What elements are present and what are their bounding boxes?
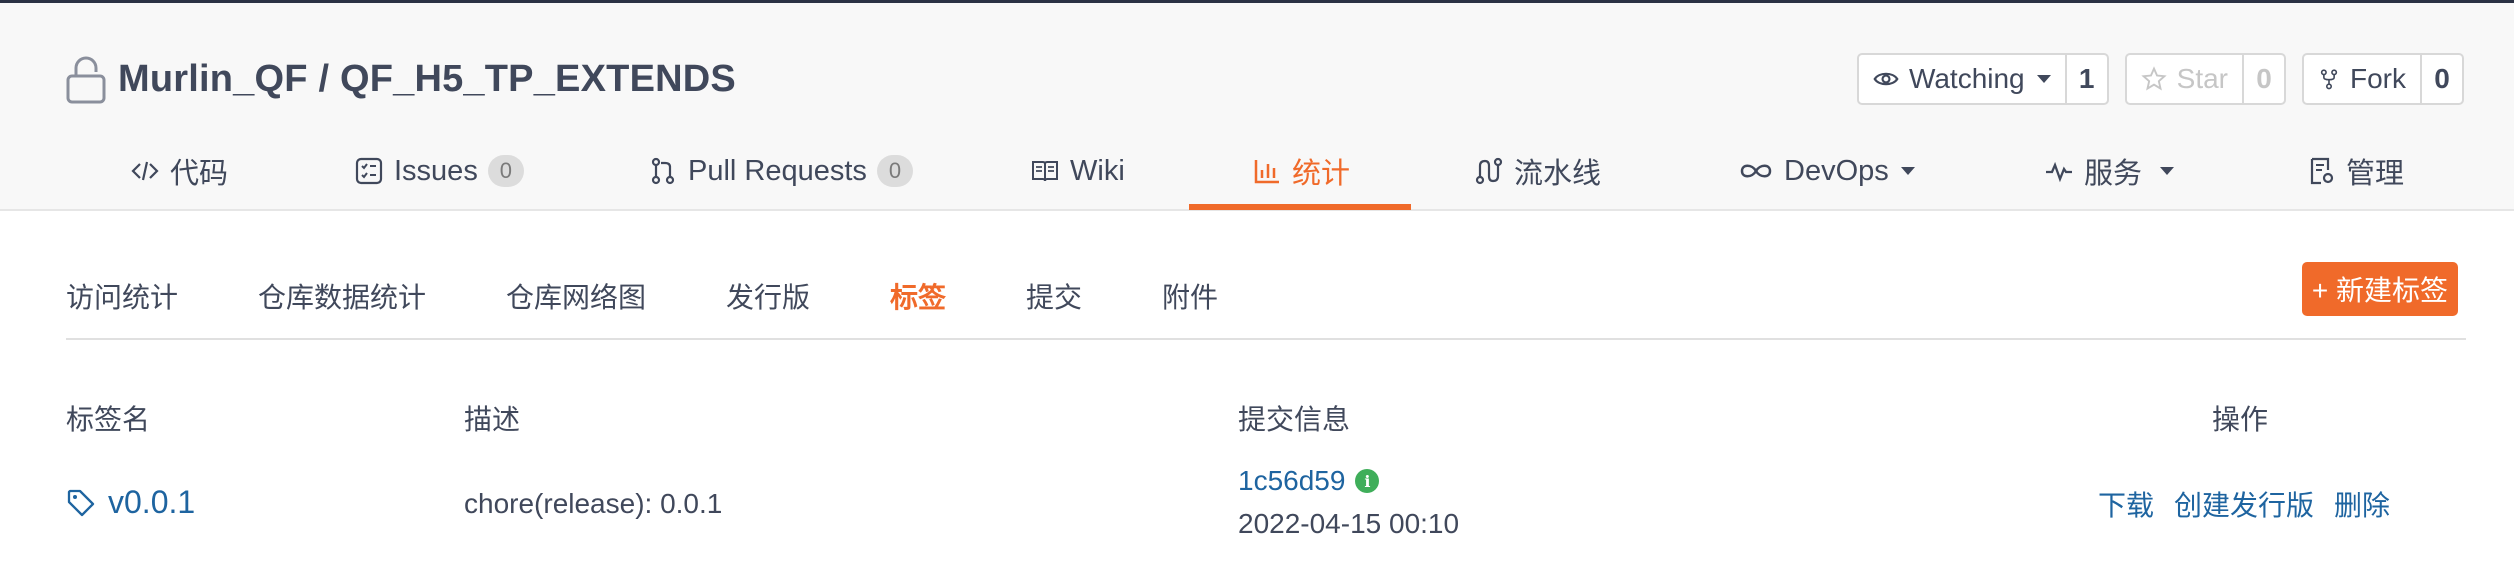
active-tab-indicator: [1189, 204, 1411, 210]
commit-info: 1c56d59 i: [1238, 465, 1380, 497]
fork-button[interactable]: Fork: [2304, 55, 2420, 103]
tag-description: chore(release): 0.0.1: [464, 488, 723, 519]
row-actions: 下载 创建发行版 删除: [2098, 484, 2390, 524]
subnav-repo-data[interactable]: 仓库数据统计: [258, 276, 426, 316]
tab-devops-label: DevOps: [1784, 154, 1889, 187]
watch-label: Watching: [1908, 63, 2025, 94]
tab-wiki-label: Wiki: [1070, 154, 1125, 187]
fork-icon: [2320, 69, 2338, 90]
repo-title: Murlin_QF / QF_H5_TP_EXTENDS: [64, 47, 736, 111]
verified-info-icon[interactable]: i: [1355, 469, 1380, 493]
header-tag-name: 标签名: [66, 404, 151, 435]
create-release-link[interactable]: 创建发行版: [2174, 484, 2314, 524]
repo-actions: Watching 1 Star 0 Fork 0: [1856, 53, 2464, 105]
fork-button-group: Fork 0: [2302, 53, 2464, 105]
tab-statistics[interactable]: 统计: [1252, 129, 1350, 213]
lock-icon: [66, 56, 106, 104]
tab-services[interactable]: 服务: [2044, 129, 2175, 213]
star-icon: [2140, 66, 2167, 91]
commit-date: 2022-04-15 00:10: [1238, 508, 1460, 539]
star-button[interactable]: Star: [2127, 55, 2242, 103]
star-button-group: Star 0: [2124, 53, 2286, 105]
tag-icon: [67, 489, 95, 516]
code-icon: [131, 161, 159, 181]
watch-button[interactable]: Watching: [1859, 55, 2065, 103]
watch-count[interactable]: 1: [2064, 55, 2107, 103]
tag-link[interactable]: v0.0.1: [108, 484, 195, 521]
tab-issues-label: Issues: [394, 154, 478, 187]
tag-name-cell: v0.0.1: [66, 484, 195, 521]
subnav-divider: [66, 338, 2466, 340]
repo-tabs: 代码 Issues 0 Pull Requests 0 Wiki 统计 流水线 …: [66, 129, 2466, 213]
chevron-down-icon: [2036, 75, 2051, 83]
tab-code[interactable]: 代码: [130, 129, 228, 213]
tab-pull-requests-label: Pull Requests: [688, 154, 867, 187]
star-count[interactable]: 0: [2242, 55, 2284, 103]
tab-pipeline-label: 流水线: [1514, 158, 1602, 190]
bar-chart-icon: [1254, 160, 1279, 184]
settings-doc-icon: [2310, 157, 2334, 185]
subnav-attachments[interactable]: 附件: [1162, 276, 1218, 316]
delete-link[interactable]: 删除: [2334, 484, 2390, 524]
chevron-down-icon: [2160, 167, 2175, 175]
subnav-tags[interactable]: 标签: [890, 276, 946, 316]
tab-services-label: 服务: [2084, 158, 2143, 190]
tab-manage[interactable]: 管理: [2306, 129, 2404, 213]
book-icon: [1032, 161, 1058, 182]
infinity-icon: [1740, 164, 1772, 178]
download-link[interactable]: 下载: [2098, 484, 2154, 524]
tab-statistics-label: 统计: [1292, 158, 1351, 190]
header-description: 描述: [464, 404, 521, 435]
repo-name[interactable]: Murlin_QF / QF_H5_TP_EXTENDS: [118, 58, 736, 101]
subnav-network[interactable]: 仓库网络图: [506, 276, 646, 316]
tab-manage-label: 管理: [2346, 158, 2405, 190]
subnav-visits[interactable]: 访问统计: [66, 276, 178, 316]
pulse-icon: [2046, 161, 2072, 183]
tab-wiki[interactable]: Wiki: [1030, 129, 1125, 213]
fork-label: Fork: [2350, 63, 2406, 94]
subnav-releases[interactable]: 发行版: [726, 276, 810, 316]
tab-pull-requests[interactable]: Pull Requests 0: [648, 129, 913, 213]
eye-icon: [1873, 72, 1899, 86]
tab-code-label: 代码: [170, 158, 229, 190]
commit-sha-link[interactable]: 1c56d59: [1238, 465, 1345, 497]
new-tag-button[interactable]: + 新建标签: [2302, 262, 2458, 316]
header-actions: 操作: [2212, 404, 2269, 435]
issues-icon: [355, 157, 383, 185]
chevron-down-icon: [1900, 167, 1915, 175]
tab-devops[interactable]: DevOps: [1738, 129, 1915, 213]
subnav-commits[interactable]: 提交: [1026, 276, 1082, 316]
header-commit-info: 提交信息: [1238, 404, 1351, 435]
watch-button-group: Watching 1: [1856, 53, 2109, 105]
pipeline-icon: [1475, 157, 1503, 185]
tab-issues[interactable]: Issues 0: [354, 129, 524, 213]
issues-count-badge: 0: [487, 155, 524, 187]
repo-header: Murlin_QF / QF_H5_TP_EXTENDS Watching 1 …: [0, 3, 2514, 211]
pull-request-icon: [651, 157, 675, 185]
star-label: Star: [2176, 63, 2228, 94]
fork-count[interactable]: 0: [2420, 55, 2462, 103]
tab-pipeline[interactable]: 流水线: [1474, 129, 1601, 213]
pull-requests-count-badge: 0: [876, 155, 913, 187]
